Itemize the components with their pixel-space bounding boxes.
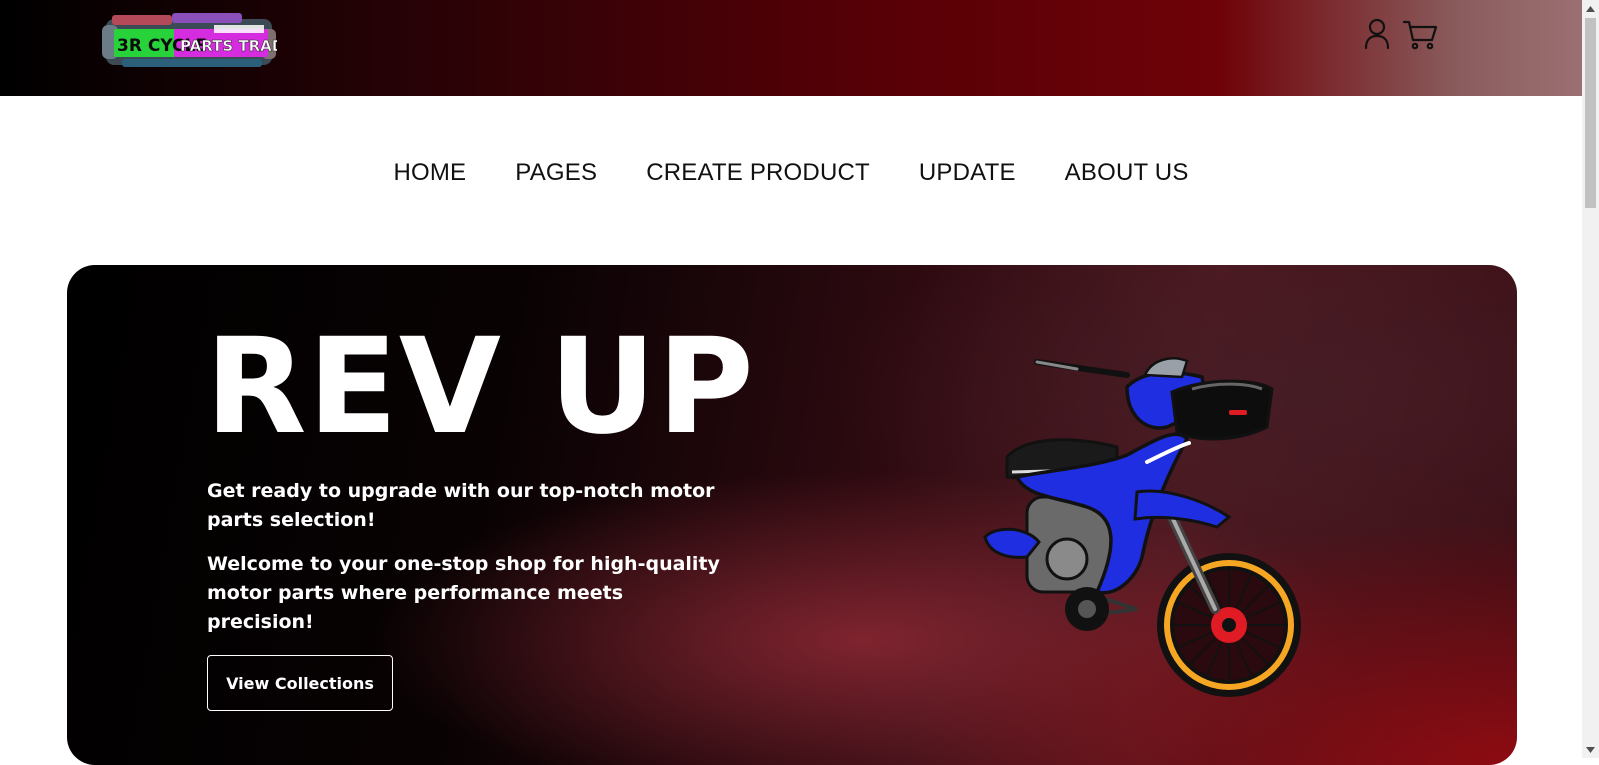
nav-item-create-product[interactable]: CREATE PRODUCT (646, 159, 870, 187)
hero-welcome-text: Welcome to your one-stop shop for high-q… (207, 553, 720, 633)
top-header-bar: 3R CYCLE PARTS TRADING (0, 0, 1582, 96)
motorcycle-illustration (967, 347, 1307, 717)
nav-item-home[interactable]: HOME (393, 159, 466, 187)
hero-title: REV UP (205, 310, 755, 464)
scroll-down-icon[interactable] (1582, 741, 1599, 758)
nav-item-update[interactable]: UPDATE (919, 159, 1016, 187)
hero-tagline: Get ready to upgrade with our top-notch … (207, 480, 715, 531)
page-scrollbar[interactable] (1582, 0, 1599, 758)
scrollbar-thumb[interactable] (1585, 18, 1596, 208)
main-navigation: HOME PAGES CREATE PRODUCT UPDATE ABOUT U… (0, 96, 1582, 246)
scroll-up-icon[interactable] (1582, 0, 1599, 17)
cart-icon[interactable] (1402, 18, 1440, 52)
brand-logo[interactable]: 3R CYCLE PARTS TRADING (102, 11, 315, 71)
hero-banner: REV UP Get ready to upgrade with our top… (67, 265, 1517, 765)
view-collections-button[interactable]: View Collections (207, 655, 393, 711)
nav-item-pages[interactable]: PAGES (515, 159, 597, 187)
svg-text:PARTS TRADING: PARTS TRADING (180, 37, 277, 55)
nav-item-about-us[interactable]: ABOUT US (1065, 159, 1189, 187)
user-icon[interactable] (1364, 18, 1398, 52)
